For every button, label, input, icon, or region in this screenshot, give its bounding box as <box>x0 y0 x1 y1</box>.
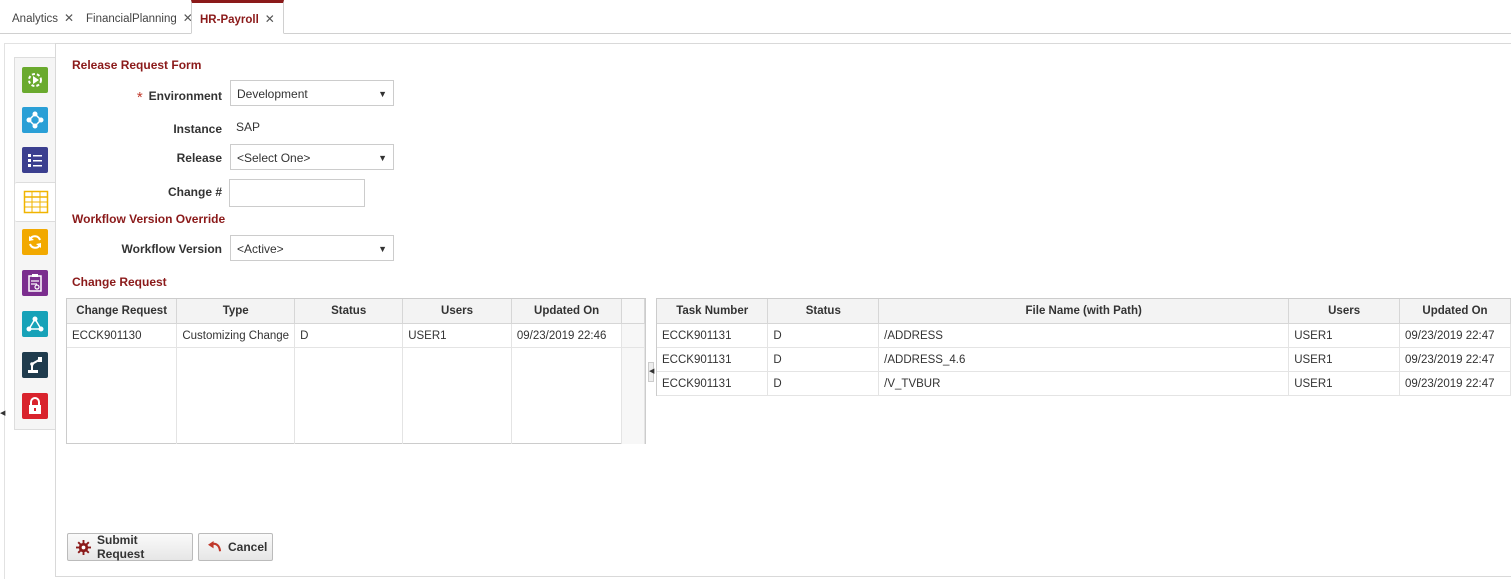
cancel-button[interactable]: Cancel <box>198 533 273 561</box>
table-row[interactable]: ECCK901131 D /V_TVBUR USER1 09/23/2019 2… <box>657 371 1511 396</box>
required-asterisk: * <box>136 89 143 106</box>
table-row[interactable]: ECCK901130 Customizing Change D USER1 09… <box>67 323 645 348</box>
scroll-gutter <box>621 299 645 324</box>
form-title: Release Request Form <box>72 58 202 72</box>
tab-label: HR-Payroll <box>200 14 259 26</box>
column-header[interactable]: Type <box>176 299 296 324</box>
lock-icon[interactable] <box>22 393 48 419</box>
workflow-section-title: Workflow Version Override <box>72 212 226 226</box>
grid-header-row: Task Number Status File Name (with Path)… <box>657 299 1511 324</box>
column-header[interactable]: Task Number <box>657 299 769 324</box>
table-cell: D <box>767 371 880 396</box>
scroll-gutter <box>621 323 645 348</box>
column-header[interactable]: Updated On <box>1399 299 1511 324</box>
instance-value: SAP <box>236 120 261 134</box>
table-cell: /V_TVBUR <box>878 371 1290 396</box>
submit-request-label: Submit Request <box>97 533 145 561</box>
undo-icon <box>207 540 222 554</box>
tab-financialplanning[interactable]: FinancialPlanning ✕ <box>86 0 193 32</box>
column-header[interactable]: Status <box>767 299 880 324</box>
table-cell: D <box>767 347 880 372</box>
environment-label: * Environment <box>136 89 222 106</box>
tab-label: FinancialPlanning <box>86 13 177 25</box>
table-cell: USER1 <box>402 323 512 348</box>
integration-icon[interactable] <box>22 107 48 133</box>
network-icon[interactable] <box>22 311 48 337</box>
change-number-label: Change # <box>167 185 222 199</box>
close-icon[interactable]: ✕ <box>265 12 275 26</box>
column-header[interactable]: Users <box>402 299 512 324</box>
chevron-down-icon: ▼ <box>378 244 387 254</box>
table-cell: D <box>767 323 880 348</box>
table-cell: Customizing Change <box>176 323 296 348</box>
gear-icon <box>76 539 91 555</box>
change-number-input[interactable] <box>229 179 365 207</box>
table-cell: ECCK901131 <box>657 347 769 372</box>
change-request-grid: Change Request Type Status Users Updated… <box>66 298 646 444</box>
table-cell: 09/23/2019 22:47 <box>1399 323 1511 348</box>
column-header[interactable]: Updated On <box>511 299 623 324</box>
release-select[interactable]: <Select One> ▼ <box>230 144 394 170</box>
tab-label: Analytics <box>12 13 59 25</box>
table-cell: ECCK901131 <box>657 323 769 348</box>
column-header[interactable]: File Name (with Path) <box>878 299 1290 324</box>
chevron-down-icon: ▼ <box>378 89 387 99</box>
change-request-section-title: Change Request <box>72 275 167 289</box>
table-cell: ECCK901131 <box>657 371 769 396</box>
column-header[interactable]: Status <box>294 299 404 324</box>
empty-row <box>67 347 645 444</box>
collapse-left-icon[interactable]: ◀ <box>0 409 5 417</box>
table-cell: 09/23/2019 22:47 <box>1399 347 1511 372</box>
workflow-version-select[interactable]: <Active> ▼ <box>230 235 394 261</box>
table-grid-icon[interactable] <box>15 182 57 222</box>
close-icon[interactable]: ✕ <box>64 11 74 25</box>
table-cell: USER1 <box>1288 371 1401 396</box>
table-cell: USER1 <box>1288 323 1401 348</box>
column-header[interactable]: Users <box>1288 299 1401 324</box>
deploy-icon[interactable] <box>22 67 48 93</box>
sync-icon[interactable] <box>22 229 48 255</box>
table-cell: 09/23/2019 22:46 <box>511 323 623 348</box>
task-grid: Task Number Status File Name (with Path)… <box>656 298 1511 396</box>
checklist-icon[interactable] <box>22 147 48 173</box>
splitter-handle[interactable]: ◀ <box>648 362 654 382</box>
table-cell: ECCK901130 <box>67 323 178 348</box>
environment-select[interactable]: Development ▼ <box>230 80 394 106</box>
tab-analytics[interactable]: Analytics ✕ <box>12 0 74 32</box>
instance-label: Instance <box>173 122 222 136</box>
report-icon[interactable] <box>22 270 48 296</box>
table-cell: /ADDRESS_4.6 <box>878 347 1290 372</box>
table-row[interactable]: ECCK901131 D /ADDRESS_4.6 USER1 09/23/20… <box>657 347 1511 372</box>
table-cell: USER1 <box>1288 347 1401 372</box>
cancel-label: Cancel <box>228 540 268 554</box>
table-row[interactable]: ECCK901131 D /ADDRESS USER1 09/23/2019 2… <box>657 323 1511 348</box>
grid-header-row: Change Request Type Status Users Updated… <box>67 299 645 324</box>
sidebar <box>14 57 57 430</box>
column-header[interactable]: Change Request <box>67 299 178 324</box>
table-cell: /ADDRESS <box>878 323 1290 348</box>
table-cell: D <box>294 323 404 348</box>
tab-hr-payroll[interactable]: HR-Payroll ✕ <box>191 0 284 34</box>
tab-bar: Analytics ✕ FinancialPlanning ✕ HR-Payroll… <box>0 0 1511 34</box>
workflow-version-label: Workflow Version <box>121 242 222 256</box>
chevron-down-icon: ▼ <box>378 153 387 163</box>
table-cell: 09/23/2019 22:47 <box>1399 371 1511 396</box>
release-label: Release <box>176 151 222 165</box>
robot-arm-icon[interactable] <box>22 352 48 378</box>
submit-request-button[interactable]: Submit Request <box>67 533 193 561</box>
